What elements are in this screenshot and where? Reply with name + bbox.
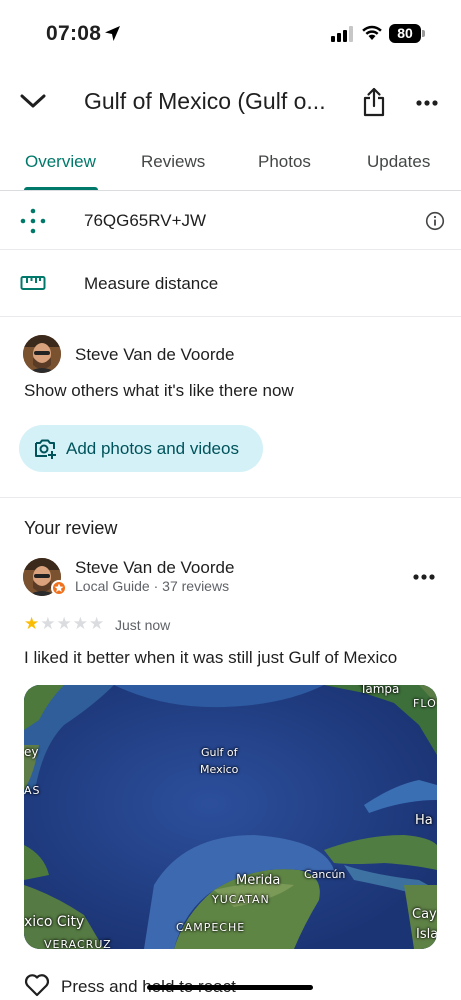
add-photo-camera-icon [35, 439, 56, 459]
map-label-mexico: Mexico [200, 763, 239, 776]
home-indicator [147, 985, 313, 990]
star-empty-icon: ★ [89, 614, 105, 633]
map-label-merida: Merida [236, 873, 281, 888]
plus-code-row[interactable]: 76QG65RV+JW [0, 191, 461, 250]
plus-code-text: 76QG65RV+JW [84, 211, 207, 230]
add-photos-section: Steve Van de Voorde Show others what it'… [0, 317, 461, 498]
reviewer-meta: Local Guide · 37 reviews [75, 578, 230, 594]
header: Gulf of Mexico (Gulf o... [0, 78, 461, 128]
review-time: Just now [115, 617, 171, 633]
add-photos-button-label: Add photos and videos [66, 439, 239, 458]
star-filled-icon: ★ [24, 614, 40, 633]
measure-distance-row[interactable]: Measure distance [0, 250, 461, 317]
map-label-as: AS [24, 784, 41, 797]
plus-code-icon [20, 208, 46, 234]
local-guide-badge-icon [51, 580, 67, 596]
wifi-icon [362, 25, 382, 40]
map-label-cancun: Cancún [304, 868, 346, 881]
more-options-icon[interactable] [416, 100, 438, 106]
map-label-tampa: Tampa [360, 685, 400, 696]
map-label-gulf: Gulf of [201, 746, 238, 759]
review-more-options-icon[interactable] [413, 574, 435, 580]
avatar [23, 335, 61, 373]
battery-tip [422, 30, 425, 37]
map-label-campeche: CAMPECHE [176, 921, 246, 934]
map-label-veracruz: VERACRUZ [44, 938, 112, 949]
tab-updates[interactable]: Updates [367, 152, 430, 172]
reviewer-name[interactable]: Steve Van de Voorde [75, 558, 234, 578]
satellite-map-image [24, 685, 437, 949]
map-label-cay: Cay [412, 907, 437, 922]
info-icon[interactable] [425, 211, 445, 231]
star-empty-icon: ★ [72, 614, 88, 633]
tab-photos[interactable]: Photos [258, 152, 311, 172]
your-review-section: Your review Steve Van de Voorde Local Gu… [0, 498, 461, 1000]
status-time: 07:08 [46, 22, 102, 45]
battery-icon: 80 [389, 24, 421, 43]
chevron-down-icon[interactable] [20, 92, 46, 110]
review-text: I liked it better when it was still just… [24, 648, 398, 667]
user-name: Steve Van de Voorde [75, 345, 235, 364]
review-photo[interactable]: Tampa FLO Gulf of Mexico ey AS Ha Cancún… [24, 685, 437, 949]
map-label-ey: ey [24, 745, 39, 759]
heart-icon[interactable] [24, 973, 50, 997]
add-photos-button[interactable]: Add photos and videos [19, 425, 263, 472]
map-label-flo: FLO [413, 697, 437, 710]
active-tab-indicator [24, 187, 98, 190]
tab-bar: Overview Reviews Photos Updates [0, 140, 461, 191]
ruler-icon [20, 276, 46, 290]
add-photos-prompt: Show others what it's like there now [24, 381, 294, 400]
tab-reviews[interactable]: Reviews [141, 152, 205, 172]
star-empty-icon: ★ [40, 614, 56, 633]
map-label-isla: Isla [416, 927, 437, 942]
status-bar: 07:08 80 [0, 0, 461, 70]
section-heading: Your review [24, 518, 118, 538]
map-label-ha: Ha [415, 813, 433, 828]
page-title: Gulf of Mexico (Gulf o... [84, 88, 326, 114]
star-rating: ★ ★ ★ ★ ★ [24, 615, 104, 633]
cell-signal-icon [331, 26, 353, 42]
share-icon[interactable] [362, 87, 386, 117]
star-empty-icon: ★ [56, 614, 72, 633]
measure-distance-label: Measure distance [84, 274, 219, 293]
map-label-yucatan: YUCATAN [212, 893, 270, 906]
location-arrow-icon [105, 26, 120, 41]
map-label-mexico-city: xico City [24, 914, 85, 930]
tab-overview[interactable]: Overview [25, 152, 96, 172]
